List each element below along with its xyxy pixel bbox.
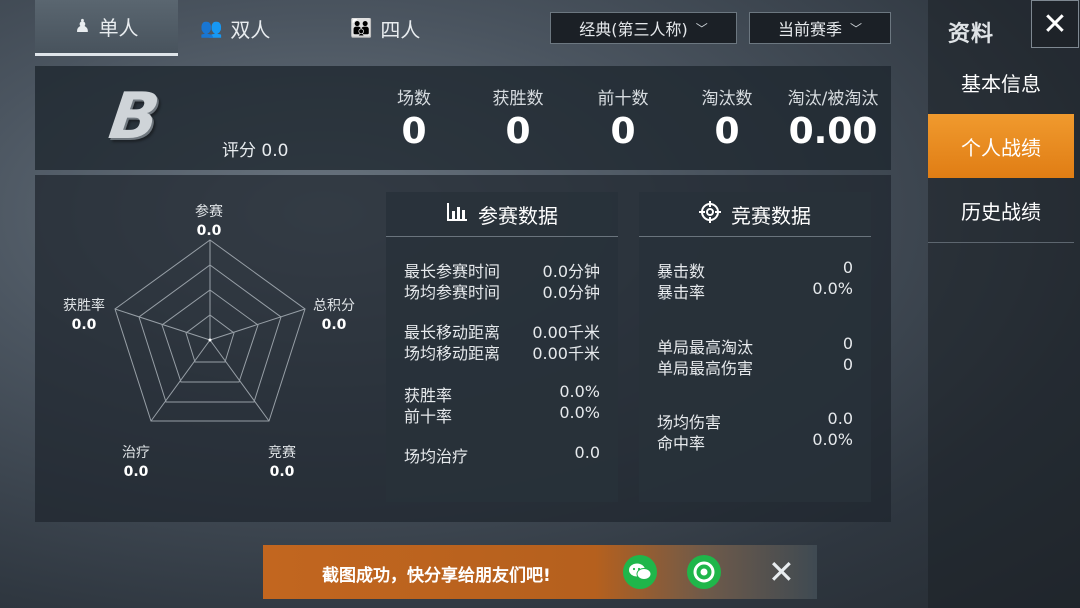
participation-header: 参赛数据 xyxy=(386,192,618,237)
stat-row: 命中率 0.0% xyxy=(657,430,853,454)
close-icon: ✕ xyxy=(1042,6,1068,42)
radar-axis-label: 竞赛 xyxy=(268,445,296,461)
stat-row-label: 场均移动距离 xyxy=(404,344,501,363)
radar-axis-value: 0.0 xyxy=(71,317,97,333)
stat-top10: 前十数 0 xyxy=(568,84,678,152)
stat-row: 单局最高伤害 0 xyxy=(657,355,853,379)
tab-squad[interactable]: 👪 四人 xyxy=(350,0,450,56)
stat-row: 场均参赛时间 0.0分钟 xyxy=(404,279,600,303)
stat-kd: 淘汰/被淘汰 0.00 xyxy=(778,84,888,152)
stat-row-label: 暴击率 xyxy=(657,283,706,302)
stat-row-label: 命中率 xyxy=(657,434,706,453)
radar-axis-value: 0.0 xyxy=(269,464,295,480)
stat-value: 0 xyxy=(505,111,531,152)
grade-badge: B xyxy=(104,80,164,154)
radar-axis-label: 参赛 xyxy=(195,204,223,220)
stat-label: 淘汰/被淘汰 xyxy=(787,89,879,109)
stat-row-label: 场均治疗 xyxy=(404,447,469,466)
stat-row-value: 0 xyxy=(842,355,853,374)
stat-value: 0 xyxy=(610,111,636,152)
radar-axis-total-score: 总积分 0.0 xyxy=(299,295,369,333)
radar-axis-healing: 治疗 0.0 xyxy=(101,442,171,480)
stat-row-label: 单局最高伤害 xyxy=(657,359,754,378)
season-dropdown[interactable]: 当前赛季 ﹀ xyxy=(749,12,891,44)
panel-title: 资料 xyxy=(948,22,995,47)
radar-axis-value: 0.0 xyxy=(123,464,149,480)
side-item-personal-record[interactable]: 个人战绩 xyxy=(928,114,1074,178)
single-person-icon: ♟ xyxy=(74,16,91,37)
competition-header: 竞赛数据 xyxy=(639,192,871,237)
rating-label: 评分 0.0 xyxy=(222,141,289,161)
stat-row-value: 0.0% xyxy=(812,430,853,449)
stat-row-label: 前十率 xyxy=(404,407,453,426)
stat-value: 0 xyxy=(714,111,740,152)
radar-axis-win-rate: 获胜率 0.0 xyxy=(49,295,119,333)
stat-row-value: 0.0% xyxy=(559,403,600,422)
mode-dropdown[interactable]: 经典(第三人称) ﹀ xyxy=(550,12,737,44)
stat-value: 0.00 xyxy=(788,111,878,152)
toast-message: 截图成功，快分享给朋友们吧! xyxy=(322,566,551,586)
moments-icon xyxy=(693,561,715,583)
radar-axis-value: 0.0 xyxy=(196,223,222,239)
participation-title: 参赛数据 xyxy=(478,203,558,228)
stat-label: 获胜数 xyxy=(492,89,544,109)
side-item-history-record[interactable]: 历史战绩 xyxy=(928,178,1074,243)
tab-solo-label: 单人 xyxy=(98,16,139,40)
competition-data-box: 竞赛数据 暴击数 0 暴击率 0.0% 单局最高淘汰 0 单局最高伤害 0 场均伤害 0.… xyxy=(639,192,871,502)
participation-data-box: 参赛数据 最长参赛时间 0.0分钟 场均参赛时间 0.0分钟 最长移动距离 0.00千… xyxy=(386,192,618,502)
stat-matches: 场数 0 xyxy=(359,84,469,152)
stat-wins: 获胜数 0 xyxy=(463,84,573,152)
close-icon: ✕ xyxy=(768,553,795,591)
radar-axis-label: 获胜率 xyxy=(63,298,105,314)
bar-chart-icon xyxy=(446,202,468,227)
stat-row-value: 0.00千米 xyxy=(532,344,600,363)
mode-dropdown-value: 经典(第三人称) xyxy=(579,20,688,39)
stat-row-value: 0.0分钟 xyxy=(542,283,600,302)
chevron-down-icon: ﹀ xyxy=(850,21,863,36)
close-button[interactable]: ✕ xyxy=(1031,0,1079,48)
wechat-share-button[interactable] xyxy=(623,555,657,589)
tab-duo-label: 双人 xyxy=(230,17,271,42)
season-dropdown-value: 当前赛季 xyxy=(777,20,842,39)
tab-solo[interactable]: ♟ 单人 xyxy=(35,0,178,56)
stat-value: 0 xyxy=(401,111,427,152)
stat-row: 前十率 0.0% xyxy=(404,403,600,427)
tab-squad-label: 四人 xyxy=(380,17,421,42)
competition-title: 竞赛数据 xyxy=(731,203,811,228)
stat-row-label: 场均参赛时间 xyxy=(404,283,501,302)
side-item-basic-info[interactable]: 基本信息 xyxy=(928,50,1074,115)
stat-row: 暴击率 0.0% xyxy=(657,279,853,303)
stat-label: 前十数 xyxy=(597,89,649,109)
radar-axis-label: 治疗 xyxy=(122,445,150,461)
stat-label: 淘汰数 xyxy=(701,89,753,109)
radar-axis-competition: 竞赛 0.0 xyxy=(247,442,317,480)
moments-share-button[interactable] xyxy=(687,555,721,589)
stat-row: 场均治疗 0.0 xyxy=(404,443,600,467)
stat-label: 场数 xyxy=(397,89,431,109)
radar-chart xyxy=(114,239,306,422)
squad-icon: 👪 xyxy=(350,17,373,39)
crosshair-icon xyxy=(699,200,721,228)
duo-icon: 👥 xyxy=(200,17,223,39)
radar-axis-value: 0.0 xyxy=(321,317,347,333)
stat-row-value: 0.0 xyxy=(574,443,600,462)
toast-close-button[interactable]: ✕ xyxy=(768,553,795,591)
tab-duo[interactable]: 👥 双人 xyxy=(200,0,310,56)
stat-kills: 淘汰数 0 xyxy=(672,84,782,152)
chevron-down-icon: ﹀ xyxy=(695,21,708,36)
radar-axis-label: 总积分 xyxy=(313,298,355,314)
stat-row-value: 0.0% xyxy=(812,279,853,298)
stat-row: 场均移动距离 0.00千米 xyxy=(404,340,600,364)
wechat-icon xyxy=(629,563,652,580)
radar-axis-participation: 参赛 0.0 xyxy=(174,201,244,239)
